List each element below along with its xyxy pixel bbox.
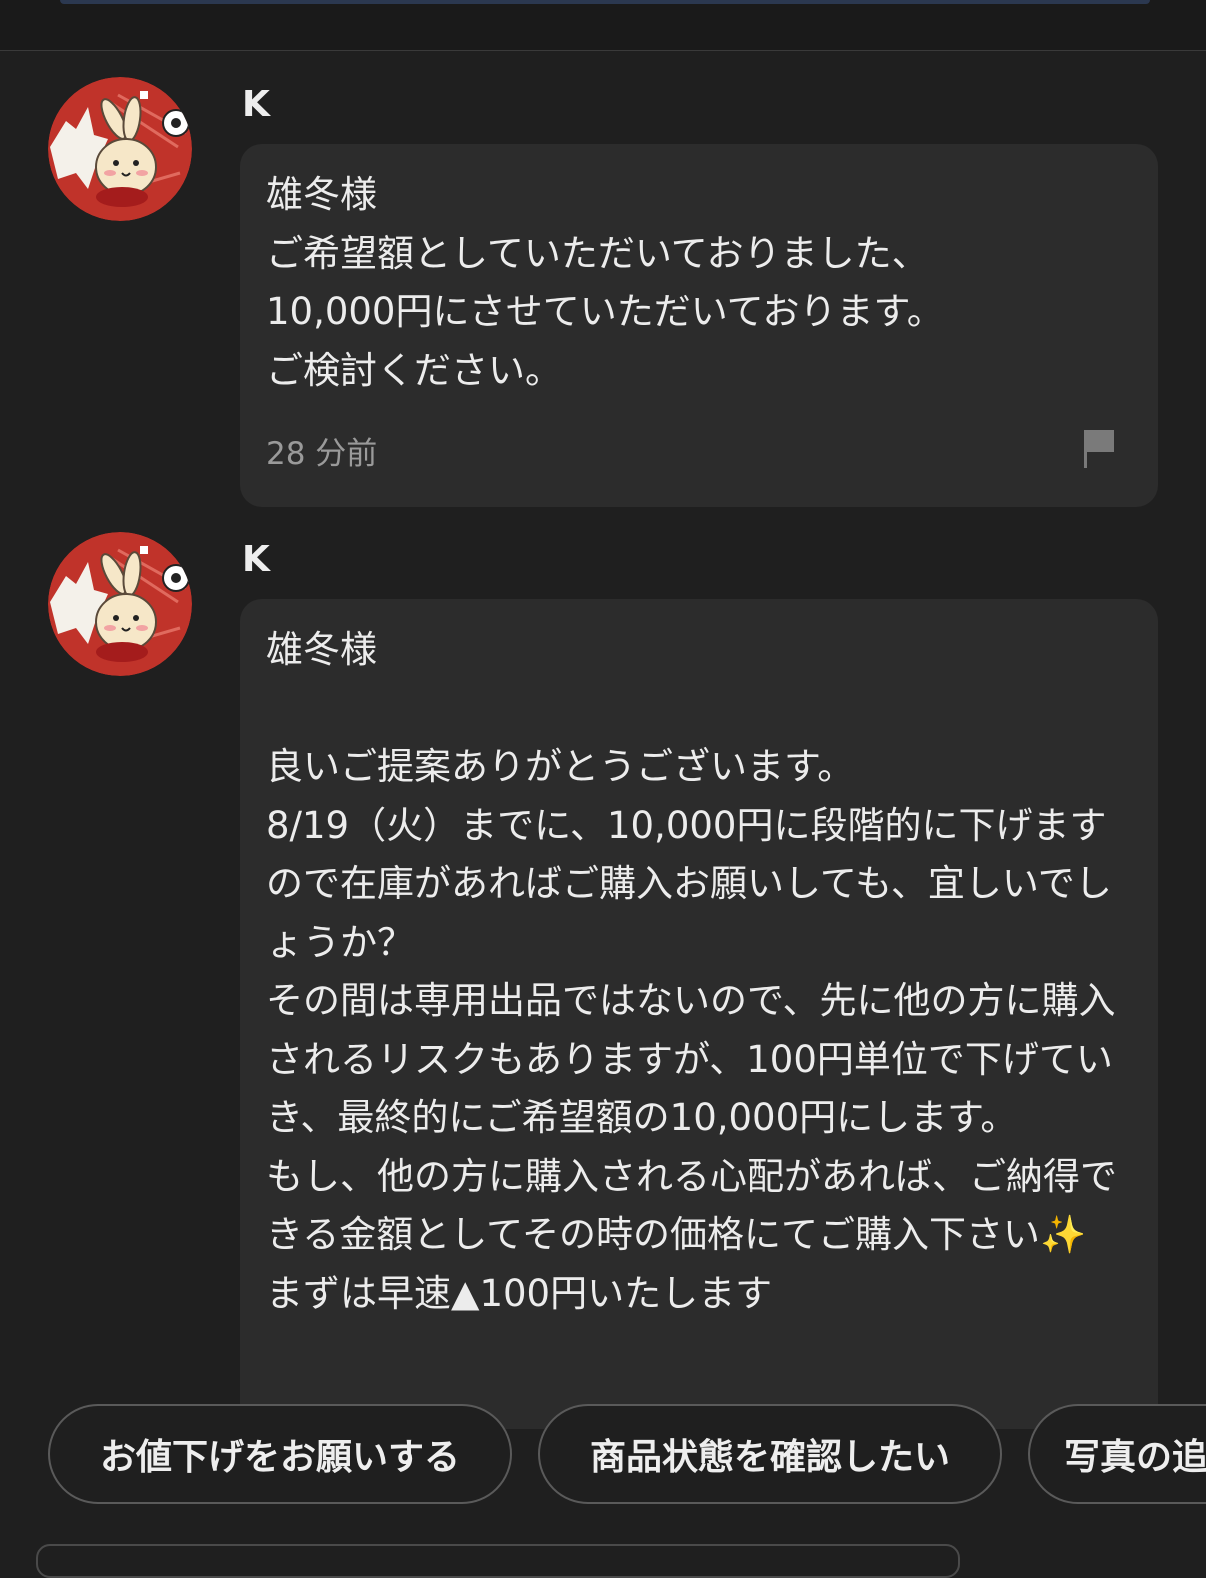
message-timestamp: 28 分前 <box>266 436 378 472</box>
sender-name: K <box>242 539 270 580</box>
message-2: K 雄冬様 良いご提案ありがとうございます。 8/19（火）までに、10,000… <box>0 531 1206 1429</box>
sender-name: K <box>242 84 270 125</box>
message-bubble: 雄冬様 ご希望額としていただいておりました、 10,000円にさせていただいてお… <box>240 144 1158 507</box>
avatar[interactable] <box>48 532 192 676</box>
quick-reply-condition[interactable]: 商品状態を確認したい <box>538 1404 1002 1504</box>
rabbit-avatar-icon <box>48 532 192 676</box>
message-1: K 雄冬様 ご希望額としていただいておりました、 10,000円にさせていただい… <box>0 76 1206 516</box>
message-bubble: 雄冬様 良いご提案ありがとうございます。 8/19（火）までに、10,000円に… <box>240 599 1158 1429</box>
message-input[interactable] <box>36 1544 960 1578</box>
quick-reply-photo[interactable]: 写真の追加をお願いしたい <box>1028 1404 1206 1504</box>
message-text: 雄冬様 ご希望額としていただいておりました、 10,000円にさせていただいてお… <box>266 173 944 392</box>
avatar[interactable] <box>48 77 192 221</box>
message-text: 雄冬様 良いご提案ありがとうございます。 8/19（火）までに、10,000円に… <box>266 628 1117 1315</box>
quick-reply-price-down[interactable]: お値下げをお願いする <box>48 1404 512 1504</box>
top-bar-edge <box>60 0 1150 4</box>
top-bar <box>0 0 1206 51</box>
quick-reply-bar: お値下げをお願いする 商品状態を確認したい 写真の追加をお願いしたい <box>0 1400 1206 1515</box>
flag-icon[interactable] <box>1082 428 1116 470</box>
rabbit-avatar-icon <box>48 77 192 221</box>
